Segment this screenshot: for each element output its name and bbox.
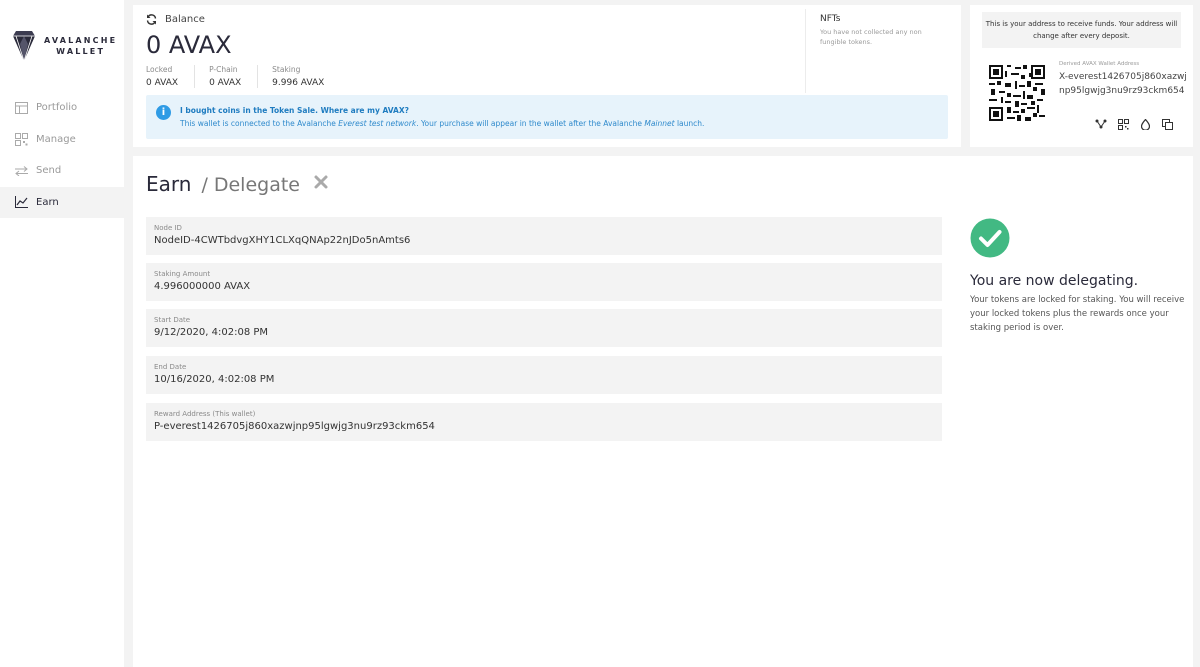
start-date-field: Start Date 9/12/2020, 4:02:08 PM xyxy=(146,309,942,347)
avalanche-logo-icon xyxy=(13,31,35,62)
address-toolbar xyxy=(1094,117,1182,131)
info-mainnet-name: Mainnet xyxy=(644,119,675,128)
field-label: Node ID xyxy=(154,224,182,232)
field-label: Staking Amount xyxy=(154,270,211,278)
staking-balance: Staking 9.996 AVAX xyxy=(272,65,340,88)
pchain-balance: P-Chain 0 AVAX xyxy=(209,65,259,88)
node-id-field: Node ID NodeID-4CWTbdvgXHY1CLXqQNAp22nJD… xyxy=(146,217,942,255)
field-value: 9/12/2020, 4:02:08 PM xyxy=(154,327,269,338)
info-body-mid: . Your purchase will appear in the walle… xyxy=(416,119,645,128)
address-label: Derived AVAX Wallet Address xyxy=(1059,61,1140,67)
check-circle-icon xyxy=(970,218,1010,258)
balance-label: Balance xyxy=(165,14,205,25)
sidebar-item-earn[interactable]: Earn xyxy=(0,186,124,218)
address-note: This is your address to receive funds. Y… xyxy=(982,12,1181,48)
sidebar: AVALANCHE WALLET Portfolio Manage Send E… xyxy=(0,0,124,667)
field-label: Start Date xyxy=(154,316,191,324)
balance-header: Balance xyxy=(146,14,205,25)
sidebar-item-label: Send xyxy=(36,165,62,177)
derived-paths-icon[interactable] xyxy=(1094,117,1108,131)
info-title: I bought coins in the Token Sale. Where … xyxy=(180,106,409,115)
nfts-title: NFTs xyxy=(820,14,841,24)
delegation-success: You are now delegating. Your tokens are … xyxy=(970,218,1185,335)
info-body-prefix: This wallet is connected to the Avalanch… xyxy=(180,119,339,128)
locked-label: Locked xyxy=(146,65,173,74)
sidebar-item-label: Manage xyxy=(36,133,76,145)
field-value: 4.996000000 AVAX xyxy=(154,281,251,292)
info-body: This wallet is connected to the Avalanch… xyxy=(180,119,704,128)
brand-line2: WALLET xyxy=(56,47,106,56)
balance-value: 0 AVAX xyxy=(146,31,232,59)
balance-panel: Balance 0 AVAX Locked 0 AVAX P-Chain 0 A… xyxy=(133,5,961,147)
staking-amount-field: Staking Amount 4.996000000 AVAX xyxy=(146,263,942,301)
copy-icon[interactable] xyxy=(1160,117,1174,131)
field-label: End Date xyxy=(154,363,187,371)
info-icon: i xyxy=(156,105,171,120)
locked-balance: Locked 0 AVAX xyxy=(146,65,196,88)
pchain-value: 0 AVAX xyxy=(209,78,242,88)
pchain-label: P-Chain xyxy=(209,65,238,74)
address-panel: This is your address to receive funds. Y… xyxy=(970,5,1193,147)
sidebar-item-label: Earn xyxy=(36,196,59,208)
info-network-name: Everest test network xyxy=(338,119,417,128)
field-label: Reward Address (This wallet) xyxy=(154,410,256,418)
brand-name: AVALANCHE WALLET xyxy=(44,35,117,57)
brand-line1: AVALANCHE xyxy=(44,36,118,45)
qr-icon[interactable] xyxy=(1116,117,1130,131)
nfts-section: NFTs You have not collected any non fung… xyxy=(805,9,949,93)
sidebar-nav: Portfolio Manage Send Earn xyxy=(0,92,124,218)
field-value: P-everest1426705j860xazwjnp95lgwjg3nu9rz… xyxy=(154,421,435,432)
locked-value: 0 AVAX xyxy=(146,78,179,88)
info-body-suffix: launch. xyxy=(674,119,705,128)
breadcrumb-earn[interactable]: Earn xyxy=(146,172,191,196)
send-icon xyxy=(14,164,28,178)
sidebar-item-label: Portfolio xyxy=(36,102,78,114)
earn-icon xyxy=(14,195,28,209)
manage-icon xyxy=(14,132,28,146)
sidebar-item-manage[interactable]: Manage xyxy=(0,124,124,156)
brand-logo[interactable]: AVALANCHE WALLET xyxy=(12,30,117,62)
success-message: Your tokens are locked for staking. You … xyxy=(970,295,1185,333)
close-icon[interactable] xyxy=(313,174,329,190)
token-sale-info-banner: i I bought coins in the Token Sale. Wher… xyxy=(146,95,948,139)
success-title: You are now delegating. xyxy=(970,273,1139,289)
ledger-icon[interactable] xyxy=(1138,117,1152,131)
sidebar-item-send[interactable]: Send xyxy=(0,155,124,187)
breadcrumb-delegate: Delegate xyxy=(213,174,300,196)
balance-breakdown: Locked 0 AVAX P-Chain 0 AVAX Staking 9.9… xyxy=(146,65,354,88)
wallet-address: X-everest1426705j860xazwjnp95lgwjg3nu9rz… xyxy=(1059,72,1187,96)
page-title: Earn / Delegate xyxy=(146,172,300,196)
delegate-panel: Earn / Delegate Node ID NodeID-4CWTbdvgX… xyxy=(133,156,1193,667)
field-value: 10/16/2020, 4:02:08 PM xyxy=(154,374,275,385)
qr-code-icon xyxy=(989,65,1045,121)
portfolio-icon xyxy=(14,101,28,115)
sidebar-item-portfolio[interactable]: Portfolio xyxy=(0,92,124,124)
staking-value: 9.996 AVAX xyxy=(272,78,325,88)
staking-label: Staking xyxy=(272,65,301,74)
breadcrumb-separator: / xyxy=(201,174,208,196)
reward-address-field: Reward Address (This wallet) P-everest14… xyxy=(146,403,942,441)
field-value: NodeID-4CWTbdvgXHY1CLXqQNAp22nJDo5nAmts6 xyxy=(154,235,411,246)
nfts-subtitle: You have not collected any non fungible … xyxy=(820,28,922,46)
end-date-field: End Date 10/16/2020, 4:02:08 PM xyxy=(146,356,942,394)
refresh-icon[interactable] xyxy=(146,14,157,25)
